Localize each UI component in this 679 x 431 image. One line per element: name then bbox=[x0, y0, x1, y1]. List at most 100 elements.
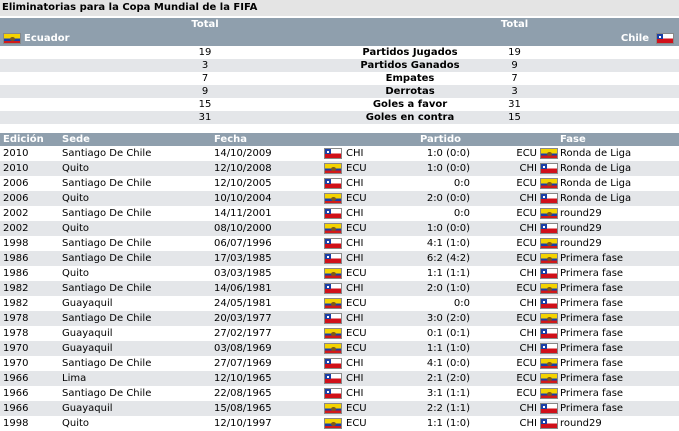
match-sede[interactable]: Santiago De Chile bbox=[62, 146, 151, 161]
match-away[interactable]: CHI bbox=[505, 296, 537, 311]
match-score[interactable]: 2:0 (1:0) bbox=[392, 281, 470, 296]
team-left-name[interactable]: Ecuador bbox=[24, 31, 70, 46]
match-away[interactable]: ECU bbox=[505, 146, 537, 161]
match-score[interactable]: 2:2 (1:1) bbox=[392, 401, 470, 416]
match-fase[interactable]: Ronda de Liga bbox=[560, 191, 631, 206]
match-home[interactable]: CHI bbox=[346, 176, 363, 191]
match-edicion[interactable]: 1982 bbox=[3, 281, 28, 296]
match-fase[interactable]: Ronda de Liga bbox=[560, 146, 631, 161]
match-edicion[interactable]: 2002 bbox=[3, 221, 28, 236]
match-home[interactable]: ECU bbox=[346, 326, 367, 341]
match-fase[interactable]: round29 bbox=[560, 206, 602, 221]
match-score[interactable]: 6:2 (4:2) bbox=[392, 251, 470, 266]
match-sede[interactable]: Guayaquil bbox=[62, 401, 113, 416]
match-edicion[interactable]: 1970 bbox=[3, 356, 28, 371]
match-home[interactable]: CHI bbox=[346, 281, 363, 296]
match-away[interactable]: ECU bbox=[505, 236, 537, 251]
match-sede[interactable]: Santiago De Chile bbox=[62, 311, 151, 326]
match-fase[interactable]: Primera fase bbox=[560, 386, 623, 401]
match-fase[interactable]: Primera fase bbox=[560, 281, 623, 296]
match-sede[interactable]: Guayaquil bbox=[62, 341, 113, 356]
match-fase[interactable]: Primera fase bbox=[560, 266, 623, 281]
match-edicion[interactable]: 1978 bbox=[3, 326, 28, 341]
match-row[interactable]: 2002 Quito 08/10/2000 ECU 1:0 (0:0) CHI round2… bbox=[0, 221, 679, 236]
match-row[interactable]: 1982 Guayaquil 24/05/1981 ECU 0:0 CHI Primera … bbox=[0, 296, 679, 311]
match-away[interactable]: CHI bbox=[505, 416, 537, 431]
match-away[interactable]: ECU bbox=[505, 386, 537, 401]
match-row[interactable]: 1970 Santiago De Chile 27/07/1969 CHI 4:1 (0… bbox=[0, 356, 679, 371]
match-score[interactable]: 0:0 bbox=[392, 176, 470, 191]
match-away[interactable]: CHI bbox=[505, 401, 537, 416]
match-away[interactable]: CHI bbox=[505, 326, 537, 341]
match-fase[interactable]: Primera fase bbox=[560, 311, 623, 326]
match-score[interactable]: 0:1 (0:1) bbox=[392, 326, 470, 341]
match-away[interactable]: ECU bbox=[505, 251, 537, 266]
match-sede[interactable]: Santiago De Chile bbox=[62, 176, 151, 191]
match-row[interactable]: 2002 Santiago De Chile 14/11/2001 CHI 0:0 ECU… bbox=[0, 206, 679, 221]
match-home[interactable]: ECU bbox=[346, 296, 367, 311]
match-edicion[interactable]: 2006 bbox=[3, 176, 28, 191]
match-edicion[interactable]: 1986 bbox=[3, 266, 28, 281]
match-score[interactable]: 3:0 (2:0) bbox=[392, 311, 470, 326]
match-score[interactable]: 1:1 (1:1) bbox=[392, 266, 470, 281]
match-sede[interactable]: Santiago De Chile bbox=[62, 356, 151, 371]
match-home[interactable]: CHI bbox=[346, 386, 363, 401]
match-sede[interactable]: Santiago De Chile bbox=[62, 206, 151, 221]
match-row[interactable]: 1966 Guayaquil 15/08/1965 ECU 2:2 (1:1) CHI Pr… bbox=[0, 401, 679, 416]
match-home[interactable]: ECU bbox=[346, 341, 367, 356]
match-edicion[interactable]: 1966 bbox=[3, 371, 28, 386]
match-fase[interactable]: round29 bbox=[560, 416, 602, 431]
match-away[interactable]: ECU bbox=[505, 371, 537, 386]
match-row[interactable]: 1998 Quito 12/10/1997 ECU 1:1 (1:0) CHI round2… bbox=[0, 416, 679, 431]
match-edicion[interactable]: 1966 bbox=[3, 401, 28, 416]
match-edicion[interactable]: 1998 bbox=[3, 236, 28, 251]
match-sede[interactable]: Lima bbox=[62, 371, 86, 386]
match-row[interactable]: 1978 Guayaquil 27/02/1977 ECU 0:1 (0:1) CHI Pr… bbox=[0, 326, 679, 341]
match-fase[interactable]: Primera fase bbox=[560, 371, 623, 386]
match-away[interactable]: ECU bbox=[505, 206, 537, 221]
match-row[interactable]: 1966 Lima 12/10/1965 CHI 2:1 (2:0) ECU Primera… bbox=[0, 371, 679, 386]
match-sede[interactable]: Santiago De Chile bbox=[62, 236, 151, 251]
match-edicion[interactable]: 1982 bbox=[3, 296, 28, 311]
match-away[interactable]: CHI bbox=[505, 221, 537, 236]
match-home[interactable]: ECU bbox=[346, 221, 367, 236]
match-home[interactable]: CHI bbox=[346, 251, 363, 266]
match-fase[interactable]: round29 bbox=[560, 236, 602, 251]
match-fase[interactable]: Primera fase bbox=[560, 356, 623, 371]
match-row[interactable]: 2010 Quito 12/10/2008 ECU 1:0 (0:0) CHI Ronda … bbox=[0, 161, 679, 176]
match-score[interactable]: 3:1 (1:1) bbox=[392, 386, 470, 401]
match-edicion[interactable]: 1966 bbox=[3, 386, 28, 401]
match-sede[interactable]: Guayaquil bbox=[62, 326, 113, 341]
match-sede[interactable]: Quito bbox=[62, 266, 89, 281]
match-home[interactable]: CHI bbox=[346, 371, 363, 386]
match-away[interactable]: CHI bbox=[505, 341, 537, 356]
match-home[interactable]: CHI bbox=[346, 356, 363, 371]
match-score[interactable]: 1:1 (1:0) bbox=[392, 341, 470, 356]
match-edicion[interactable]: 1986 bbox=[3, 251, 28, 266]
match-edicion[interactable]: 2010 bbox=[3, 161, 28, 176]
match-row[interactable]: 1986 Quito 03/03/1985 ECU 1:1 (1:1) CHI Primer… bbox=[0, 266, 679, 281]
match-row[interactable]: 2006 Santiago De Chile 12/10/2005 CHI 0:0 ECU… bbox=[0, 176, 679, 191]
match-score[interactable]: 1:0 (0:0) bbox=[392, 146, 470, 161]
match-score[interactable]: 2:1 (2:0) bbox=[392, 371, 470, 386]
match-home[interactable]: ECU bbox=[346, 266, 367, 281]
match-edicion[interactable]: 2010 bbox=[3, 146, 28, 161]
match-score[interactable]: 4:1 (0:0) bbox=[392, 356, 470, 371]
match-edicion[interactable]: 1970 bbox=[3, 341, 28, 356]
match-away[interactable]: CHI bbox=[505, 191, 537, 206]
match-row[interactable]: 1998 Santiago De Chile 06/07/1996 CHI 4:1 (1… bbox=[0, 236, 679, 251]
match-row[interactable]: 2006 Quito 10/10/2004 ECU 2:0 (0:0) CHI Ronda … bbox=[0, 191, 679, 206]
match-away[interactable]: ECU bbox=[505, 176, 537, 191]
match-row[interactable]: 1982 Santiago De Chile 14/06/1981 CHI 2:0 (1… bbox=[0, 281, 679, 296]
match-fase[interactable]: Ronda de Liga bbox=[560, 176, 631, 191]
match-score[interactable]: 0:0 bbox=[392, 296, 470, 311]
match-fase[interactable]: Primera fase bbox=[560, 296, 623, 311]
match-fase[interactable]: Primera fase bbox=[560, 251, 623, 266]
match-edicion[interactable]: 2002 bbox=[3, 206, 28, 221]
match-home[interactable]: ECU bbox=[346, 416, 367, 431]
match-row[interactable]: 2010 Santiago De Chile 14/10/2009 CHI 1:0 (0… bbox=[0, 146, 679, 161]
match-sede[interactable]: Santiago De Chile bbox=[62, 251, 151, 266]
match-score[interactable]: 4:1 (1:0) bbox=[392, 236, 470, 251]
match-home[interactable]: CHI bbox=[346, 236, 363, 251]
match-home[interactable]: ECU bbox=[346, 401, 367, 416]
